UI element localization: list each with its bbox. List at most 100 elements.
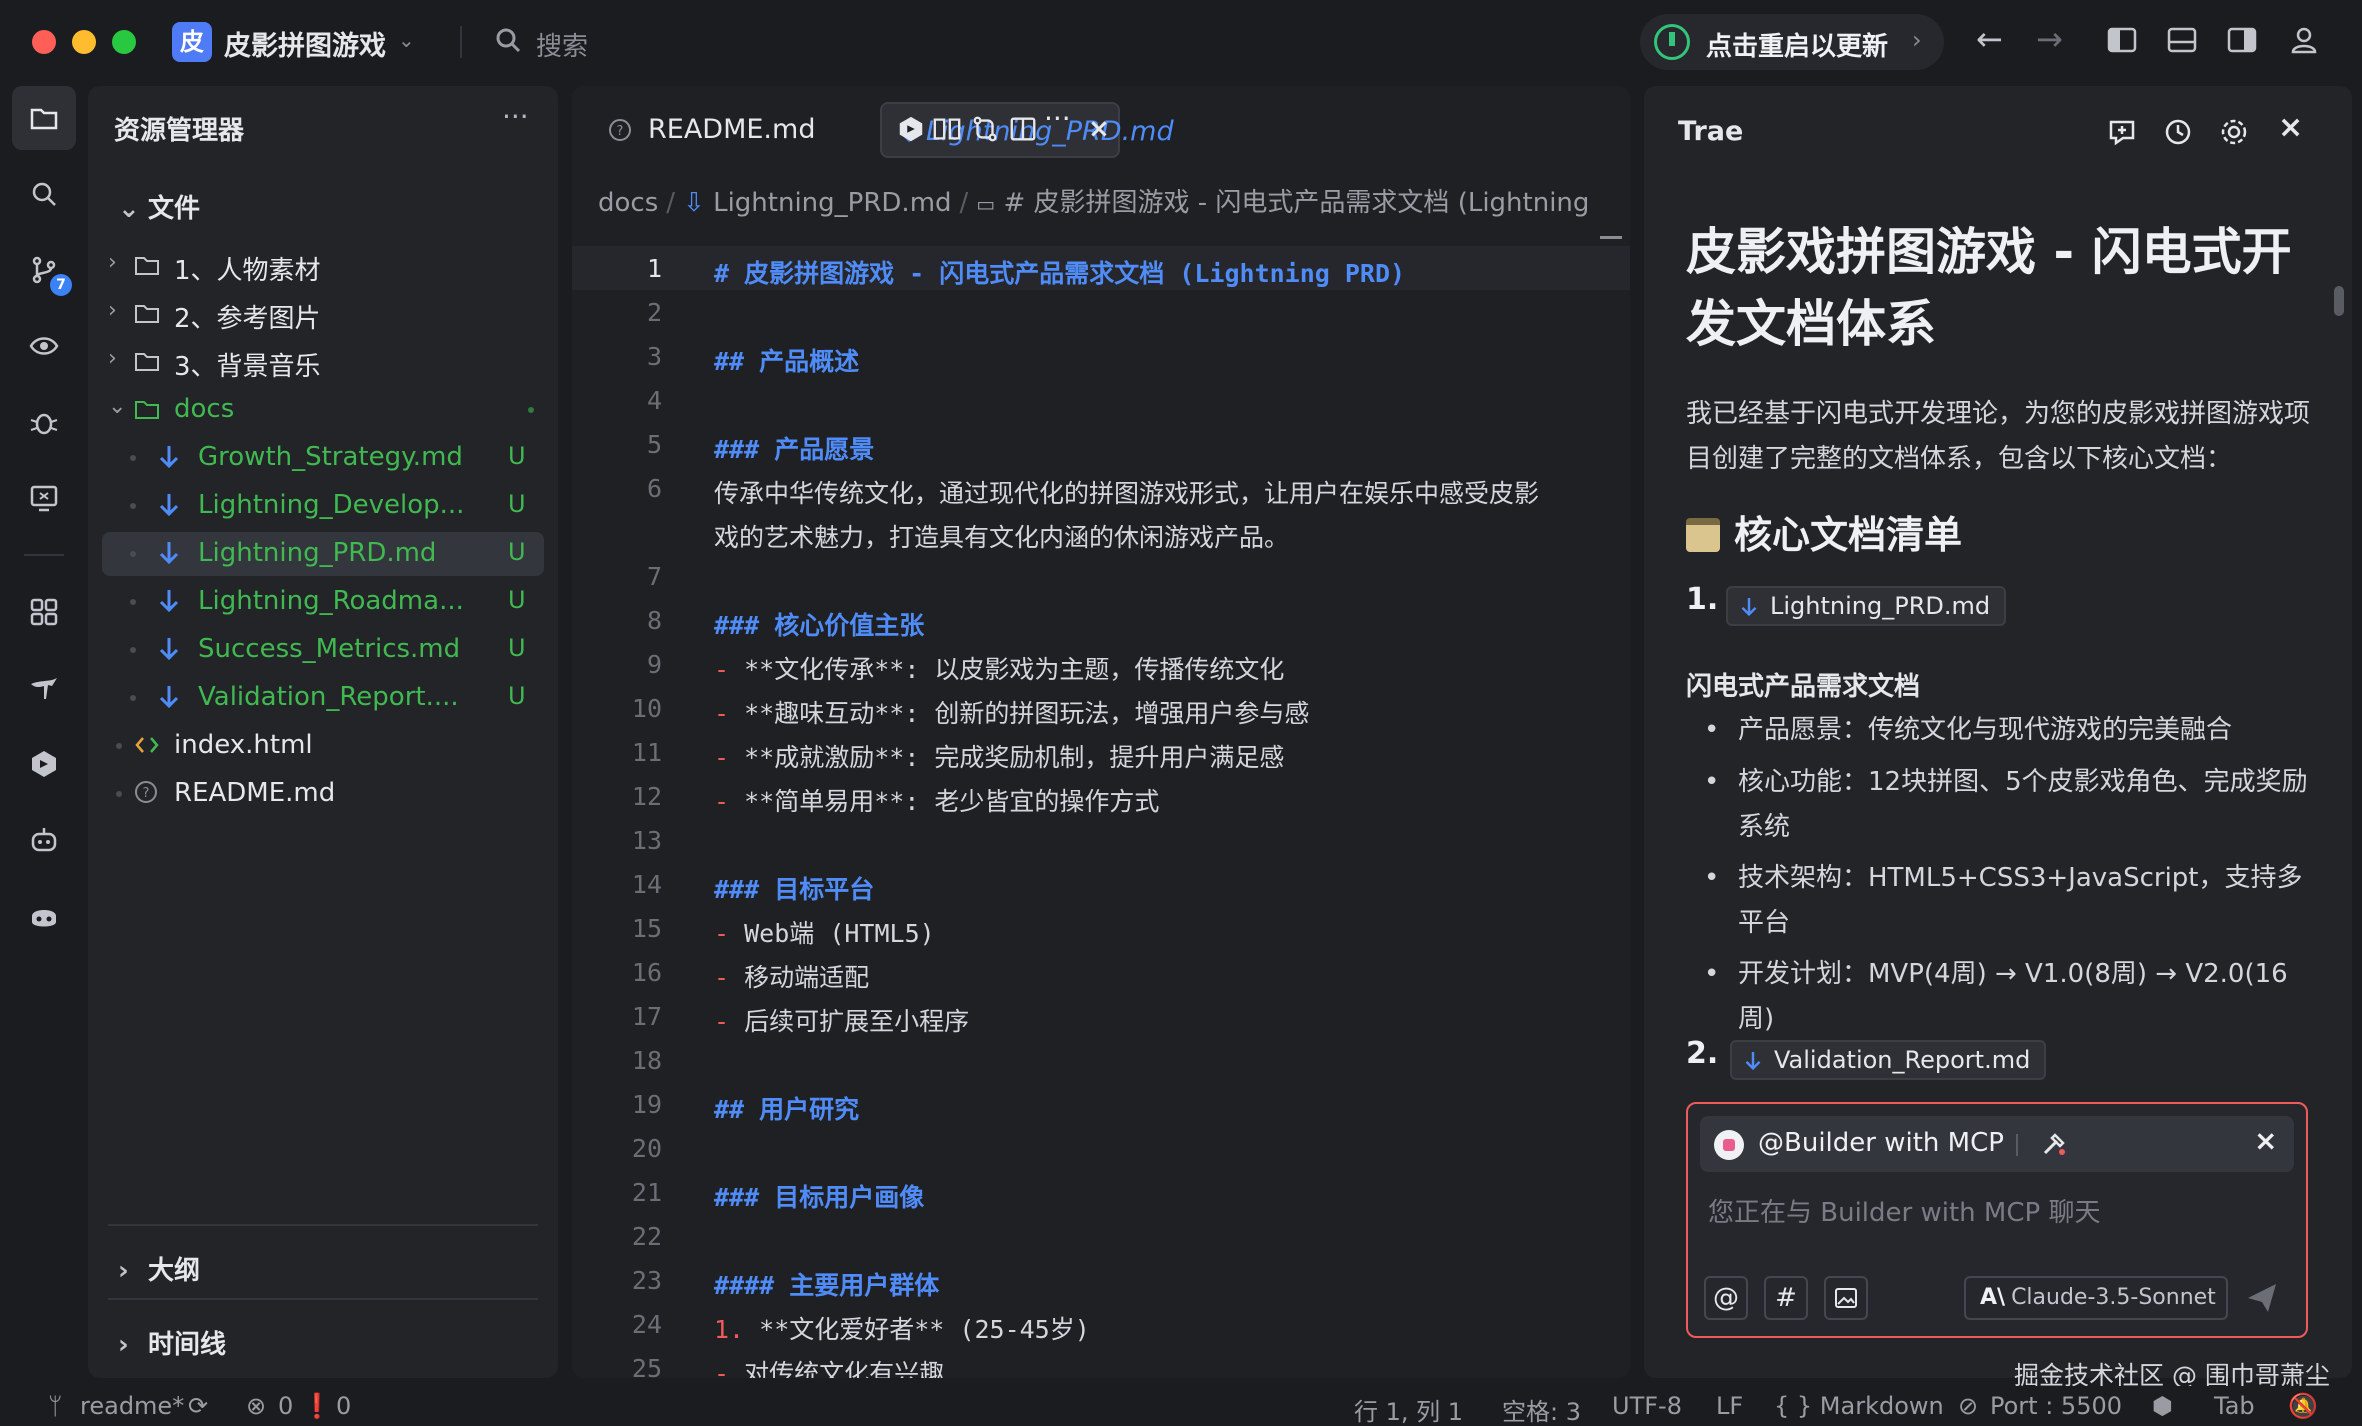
remove-agent-icon[interactable]: ×	[2254, 1124, 2277, 1157]
remote-explorer-activity[interactable]	[12, 466, 76, 530]
search-input[interactable]: 搜索	[536, 26, 588, 63]
remote-activity[interactable]	[12, 314, 76, 378]
explorer-activity[interactable]	[12, 86, 76, 150]
open-preview-icon[interactable]	[932, 114, 962, 144]
trae-activity[interactable]	[12, 732, 76, 796]
error-count[interactable]: 0	[278, 1392, 293, 1420]
code-line[interactable]: 14 ### 目标平台	[572, 862, 1630, 906]
code-line[interactable]: 19 ## 用户研究	[572, 1082, 1630, 1126]
code-line[interactable]: 9 - **文化传承**: 以皮影戏为主题，传播传统文化	[572, 642, 1630, 686]
code-line[interactable]: 25 - 对传统文化有兴趣	[572, 1346, 1630, 1378]
code-line[interactable]: 12 - **简单易用**: 老少皆宜的操作方式	[572, 774, 1630, 818]
sync-icon[interactable]: ⟳	[188, 1392, 208, 1420]
section-timeline[interactable]: › 时间线	[118, 1324, 226, 1361]
history-icon[interactable]	[2162, 116, 2194, 148]
tab-mode[interactable]: Tab	[2214, 1392, 2255, 1420]
file-chip-prd[interactable]: Lightning_PRD.md	[1726, 586, 2007, 626]
breadcrumb-folder[interactable]: docs	[598, 188, 658, 218]
account-icon[interactable]	[2288, 24, 2320, 56]
trae-status-icon[interactable]: ⬢	[2152, 1392, 2173, 1420]
maximize-window-button[interactable]	[112, 30, 136, 54]
chevron-down-icon[interactable]: ⌄	[398, 28, 415, 52]
code-line[interactable]: 20	[572, 1126, 1630, 1170]
forward-arrow-icon[interactable]: →	[2036, 20, 2063, 58]
close-window-button[interactable]	[32, 30, 56, 54]
new-chat-icon[interactable]	[2106, 116, 2138, 148]
section-files[interactable]: ⌄ 文件	[118, 188, 200, 225]
warning-count[interactable]: 0	[336, 1392, 351, 1420]
tree-file[interactable]: Growth_Strategy.md U	[102, 436, 544, 480]
code-line[interactable]: 10 - **趣味互动**: 创新的拼图玩法，增强用户参与感	[572, 686, 1630, 730]
mention-button[interactable]: @	[1704, 1276, 1748, 1320]
cursor-position[interactable]: 行 1, 列 1	[1354, 1392, 1463, 1426]
tree-folder[interactable]: › 1、人物素材	[102, 244, 544, 288]
code-line[interactable]: 23 #### 主要用户群体	[572, 1258, 1630, 1302]
model-selector[interactable]: A\ Claude-3.5-Sonnet	[1964, 1276, 2228, 1320]
tools-icon[interactable]	[2040, 1130, 2068, 1158]
chat-scrollbar[interactable]	[2334, 286, 2344, 316]
minimize-window-button[interactable]	[72, 30, 96, 54]
tree-file[interactable]: Validation_Report.... U	[102, 676, 544, 720]
toggle-bottom-panel-icon[interactable]	[2166, 24, 2198, 56]
search-icon[interactable]	[494, 26, 524, 56]
tree-folder[interactable]: › 2、参考图片	[102, 292, 544, 336]
notifications-muted-icon[interactable]: 🔕	[2288, 1392, 2318, 1420]
more-actions-button[interactable]: ···	[1044, 102, 1071, 135]
file-chip-validation[interactable]: Validation_Report.md	[1730, 1040, 2047, 1080]
restart-update-button[interactable]: 点击重启以更新 ›	[1640, 14, 1944, 70]
gear-icon[interactable]	[2218, 116, 2250, 148]
more-actions-button[interactable]: ···	[502, 100, 529, 133]
tree-file[interactable]: Lightning_Roadma... U	[102, 580, 544, 624]
code-line[interactable]: 3 ## 产品概述	[572, 334, 1630, 378]
compare-changes-icon[interactable]	[970, 114, 1000, 144]
tree-file[interactable]: ? README.md	[102, 772, 544, 816]
language-mode[interactable]: { } Markdown	[1774, 1392, 1944, 1420]
code-line[interactable]: 18	[572, 1038, 1630, 1082]
code-line[interactable]: 16 - 移动端适配	[572, 950, 1630, 994]
code-line[interactable]: 17 - 后续可扩展至小程序	[572, 994, 1630, 1038]
close-icon[interactable]: ×	[2278, 110, 2303, 145]
image-upload-button[interactable]	[1824, 1276, 1868, 1320]
tree-file[interactable]: Lightning_Develop... U	[102, 484, 544, 528]
tree-folder[interactable]: › 3、背景音乐	[102, 340, 544, 384]
back-arrow-icon[interactable]: ←	[1976, 20, 2003, 58]
toggle-right-panel-icon[interactable]	[2226, 24, 2258, 56]
code-line[interactable]: 6 传承中华传统文化，通过现代化的拼图游戏形式，让用户在娱乐中感受皮影	[572, 466, 1630, 510]
project-name[interactable]: 皮影拼图游戏	[224, 24, 386, 63]
copilot-activity[interactable]	[12, 884, 76, 948]
live-server-port[interactable]: Port : 5500	[1990, 1392, 2122, 1420]
encoding[interactable]: UTF-8	[1612, 1392, 1682, 1420]
context-button[interactable]: #	[1764, 1276, 1808, 1320]
split-editor-icon[interactable]	[1008, 114, 1038, 144]
code-line[interactable]: 22	[572, 1214, 1630, 1258]
code-line[interactable]: 15 - Web端 (HTML5)	[572, 906, 1630, 950]
code-line[interactable]: 2	[572, 290, 1630, 334]
send-icon[interactable]	[2244, 1280, 2280, 1316]
chat-input[interactable]: 您正在与 Builder with MCP 聊天	[1708, 1192, 2100, 1229]
code-line[interactable]: 4	[572, 378, 1630, 422]
code-line[interactable]: 21 ### 目标用户画像	[572, 1170, 1630, 1214]
tree-file[interactable]: Success_Metrics.md U	[102, 628, 544, 672]
breadcrumb-symbol[interactable]: # 皮影拼图游戏 - 闪电式产品需求文档 (Lightning	[1003, 188, 1589, 218]
indentation[interactable]: 空格: 3	[1502, 1392, 1581, 1426]
toggle-left-panel-icon[interactable]	[2106, 24, 2138, 56]
code-line[interactable]: 5 ### 产品愿景	[572, 422, 1630, 466]
tree-folder[interactable]: ⌄ docs	[102, 388, 544, 432]
code-line[interactable]: 戏的艺术魅力，打造具有文化内涵的休闲游戏产品。	[572, 510, 1630, 554]
tree-file[interactable]: index.html	[102, 724, 544, 768]
extensions-activity[interactable]	[12, 580, 76, 644]
code-line[interactable]: 13	[572, 818, 1630, 862]
branch-name[interactable]: readme*	[80, 1392, 184, 1420]
line-ending[interactable]: LF	[1716, 1392, 1743, 1420]
close-tab-icon[interactable]: ×	[1088, 114, 1110, 144]
search-activity[interactable]	[12, 162, 76, 226]
code-editor[interactable]: 1 # 皮影拼图游戏 - 闪电式产品需求文档 (Lightning PRD) 2 3 #…	[572, 246, 1630, 1378]
section-outline[interactable]: › 大纲	[118, 1250, 200, 1287]
code-line[interactable]: 24 1. **文化爱好者** (25-45岁)	[572, 1302, 1630, 1346]
tab-readme[interactable]: ? README.md	[598, 102, 818, 158]
code-line[interactable]: 7	[572, 554, 1630, 598]
trae-hexagon-icon[interactable]	[896, 114, 926, 144]
kangaroo-activity[interactable]	[12, 656, 76, 720]
breadcrumb-file[interactable]: Lightning_PRD.md	[713, 188, 951, 218]
robot-activity[interactable]	[12, 808, 76, 872]
